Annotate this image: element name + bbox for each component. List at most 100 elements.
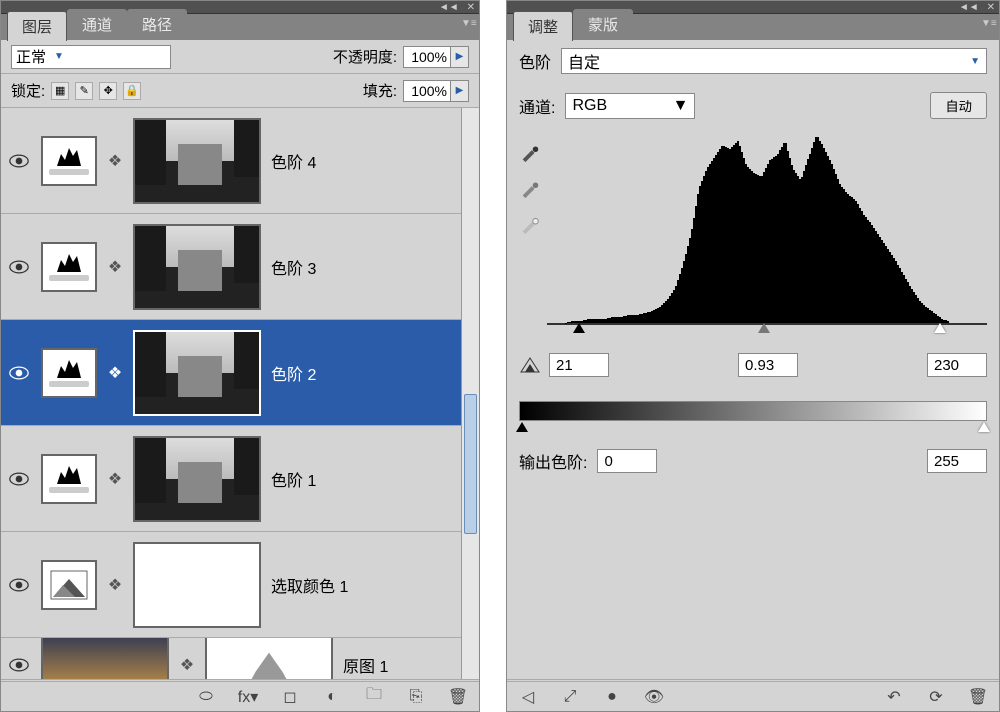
scrollbar-thumb[interactable] — [464, 394, 477, 534]
black-point-slider[interactable] — [573, 323, 585, 333]
link-icon[interactable]: ❖ — [107, 151, 123, 171]
panel-menu-icon[interactable]: ▼≡ — [461, 18, 475, 32]
tab-layers[interactable]: 图层 — [7, 11, 67, 41]
visibility-toggle[interactable] — [7, 653, 31, 677]
channel-row: 通道: RGB ▼ 自动 — [519, 92, 987, 119]
tab-masks[interactable]: 蒙版 — [573, 9, 633, 40]
link-icon[interactable]: ❖ — [107, 469, 123, 489]
lock-buttons: ▦ ✎ ✥ 🔒 — [51, 82, 141, 100]
visibility-toggle[interactable] — [7, 149, 31, 173]
expand-view-icon[interactable]: ⤢ — [559, 686, 581, 708]
layer-row-levels4[interactable]: ❖ 色阶 4 — [1, 108, 479, 214]
preview-toggle-icon[interactable]: 👁 — [643, 686, 665, 708]
add-adjustment-icon[interactable]: ◐ — [321, 686, 343, 708]
black-eyedropper-icon[interactable] — [519, 141, 541, 163]
adjustment-icon — [41, 242, 97, 292]
link-icon[interactable]: ❖ — [107, 363, 123, 383]
input-black-field[interactable] — [549, 353, 609, 377]
panel-menu-icon[interactable]: ▼≡ — [981, 18, 995, 32]
new-layer-icon[interactable]: ⎘ — [405, 686, 427, 708]
white-point-slider[interactable] — [934, 323, 946, 333]
layer-mask-thumb[interactable] — [205, 638, 333, 679]
back-icon[interactable]: ◁ — [517, 686, 539, 708]
lock-all-icon[interactable]: 🔒 — [123, 82, 141, 100]
link-icon[interactable]: ❖ — [107, 575, 123, 595]
layer-row-levels1[interactable]: ❖ 色阶 1 — [1, 426, 479, 532]
output-white-field[interactable] — [927, 449, 987, 473]
opacity-spinner[interactable]: ▶ — [451, 46, 469, 68]
fill-spinner[interactable]: ▶ — [451, 80, 469, 102]
output-gradient — [519, 401, 987, 421]
adjustment-icon — [41, 560, 97, 610]
delete-layer-icon[interactable]: 🗑 — [447, 686, 469, 708]
opacity-input[interactable]: ▶ — [403, 46, 469, 68]
add-mask-icon[interactable]: ◻ — [279, 686, 301, 708]
layer-row-original[interactable]: ❖ 原图 1 — [1, 638, 479, 679]
output-levels-row: 输出色阶: — [519, 449, 987, 473]
layer-name: 原图 1 — [343, 653, 388, 677]
visibility-toggle[interactable] — [7, 361, 31, 385]
visibility-toggle[interactable] — [7, 573, 31, 597]
gray-eyedropper-icon[interactable] — [519, 177, 541, 199]
levels-adjustment-body: 色阶 自定 ▼ 通道: RGB ▼ 自动 — [507, 40, 999, 679]
close-icon[interactable]: ✕ — [467, 2, 475, 13]
right-tabs: 调整 蒙版 ▼≡ — [507, 14, 999, 40]
clip-to-layer-icon[interactable]: ● — [601, 686, 623, 708]
layer-thumb[interactable] — [41, 638, 169, 679]
channel-select[interactable]: RGB ▼ — [565, 93, 695, 119]
adjustment-icon — [41, 348, 97, 398]
fill-field[interactable] — [403, 80, 451, 102]
collapse-icon[interactable]: ◄◄ — [439, 2, 459, 13]
lock-transparency-icon[interactable]: ▦ — [51, 82, 69, 100]
link-icon[interactable]: ❖ — [107, 257, 123, 277]
reset-defaults-icon[interactable]: ⟳ — [925, 686, 947, 708]
output-black-slider[interactable] — [516, 422, 528, 432]
gamma-slider[interactable] — [758, 323, 770, 333]
layer-mask-thumb[interactable] — [133, 224, 261, 310]
layer-row-selcolor1[interactable]: ❖ 选取颜色 1 — [1, 532, 479, 638]
adjustments-toolbar: ◁ ⤢ ● 👁 ↶ ⟳ 🗑 — [507, 679, 999, 711]
tab-channels[interactable]: 通道 — [67, 9, 127, 40]
layer-row-levels3[interactable]: ❖ 色阶 3 — [1, 214, 479, 320]
link-icon[interactable]: ❖ — [179, 655, 195, 675]
layer-name: 选取颜色 1 — [271, 573, 348, 597]
blend-mode-select[interactable]: 正常 ▼ — [11, 45, 171, 69]
layer-style-icon[interactable]: fx▾ — [237, 686, 259, 708]
input-gamma-field[interactable] — [738, 353, 798, 377]
channel-value: RGB — [572, 97, 607, 115]
clip-warning-icon[interactable] — [519, 356, 541, 374]
tab-adjustments[interactable]: 调整 — [513, 11, 573, 41]
layer-mask-thumb[interactable] — [133, 118, 261, 204]
collapse-icon[interactable]: ◄◄ — [959, 2, 979, 13]
new-group-icon[interactable]: 🗀 — [363, 686, 385, 708]
layer-row-levels2[interactable]: ❖ 色阶 2 — [1, 320, 479, 426]
histogram-area — [519, 135, 987, 325]
close-icon[interactable]: ✕ — [987, 2, 995, 13]
adjustments-panel: ◄◄ ✕ 调整 蒙版 ▼≡ 色阶 自定 ▼ 通道: RGB ▼ 自动 — [506, 0, 1000, 712]
delete-adjustment-icon[interactable]: 🗑 — [967, 686, 989, 708]
lock-row: 锁定: ▦ ✎ ✥ 🔒 填充: ▶ — [1, 74, 479, 108]
tab-paths[interactable]: 路径 — [127, 9, 187, 40]
layer-mask-thumb[interactable] — [133, 436, 261, 522]
lock-pixels-icon[interactable]: ✎ — [75, 82, 93, 100]
opacity-field[interactable] — [403, 46, 451, 68]
input-white-field[interactable] — [927, 353, 987, 377]
link-layers-icon[interactable]: ⬭ — [195, 686, 217, 708]
visibility-toggle[interactable] — [7, 467, 31, 491]
layer-mask-thumb[interactable] — [133, 330, 261, 416]
output-white-slider[interactable] — [978, 422, 990, 432]
auto-button[interactable]: 自动 — [930, 92, 987, 119]
layers-scrollbar[interactable] — [461, 108, 479, 679]
chevron-down-icon: ▼ — [970, 56, 980, 67]
layer-name: 色阶 2 — [271, 361, 316, 385]
output-black-field[interactable] — [597, 449, 657, 473]
white-eyedropper-icon[interactable] — [519, 213, 541, 235]
lock-position-icon[interactable]: ✥ — [99, 82, 117, 100]
visibility-toggle[interactable] — [7, 255, 31, 279]
reset-previous-icon[interactable]: ↶ — [883, 686, 905, 708]
preset-select[interactable]: 自定 ▼ — [561, 48, 987, 74]
layer-mask-thumb[interactable] — [133, 542, 261, 628]
adjustment-icon — [41, 136, 97, 186]
fill-input[interactable]: ▶ — [403, 80, 469, 102]
input-levels-row — [519, 353, 987, 377]
